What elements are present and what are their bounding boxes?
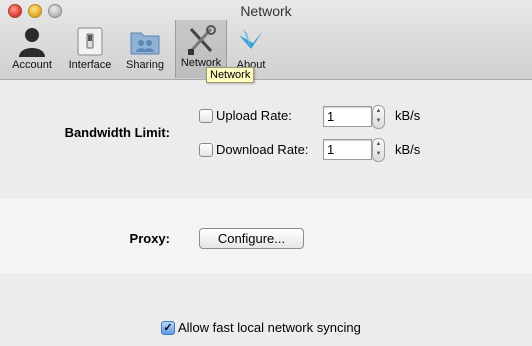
tab-sharing[interactable]: Sharing xyxy=(122,22,168,72)
tab-label: Interface xyxy=(68,59,112,71)
window-toolbar: Network Account Interface Sharing Networ… xyxy=(0,0,532,80)
interface-icon xyxy=(77,27,103,56)
upload-rate-stepper[interactable]: ▲ ▼ xyxy=(372,105,385,129)
upload-rate-checkbox[interactable] xyxy=(199,109,213,123)
tab-account[interactable]: Account xyxy=(6,22,58,72)
about-icon xyxy=(239,29,263,49)
upload-rate-field[interactable]: 1 xyxy=(323,106,372,127)
upload-rate-unit: kB/s xyxy=(395,108,421,123)
download-rate-label[interactable]: Download Rate: xyxy=(216,142,309,157)
proxy-label: Proxy: xyxy=(129,231,170,246)
tab-label: Account xyxy=(12,59,52,71)
tab-interface[interactable]: Interface xyxy=(63,22,117,72)
sharing-icon xyxy=(130,32,160,55)
download-rate-checkbox[interactable] xyxy=(199,143,213,157)
tooltip: Network xyxy=(206,67,255,83)
tab-label: Sharing xyxy=(126,59,164,71)
bandwidth-label: Bandwidth Limit: xyxy=(64,125,170,140)
fast-sync-checkbox[interactable]: ✓ xyxy=(161,321,175,335)
download-rate-unit: kB/s xyxy=(395,142,421,157)
configure-proxy-button[interactable]: Configure... xyxy=(199,228,304,249)
account-icon xyxy=(19,28,45,57)
tab-about[interactable]: About xyxy=(229,22,273,72)
network-tools-icon xyxy=(188,25,216,55)
download-rate-field[interactable]: 1 xyxy=(323,139,372,160)
fast-sync-label[interactable]: Allow fast local network syncing xyxy=(178,320,361,335)
download-rate-stepper[interactable]: ▲ ▼ xyxy=(372,138,385,162)
upload-rate-label[interactable]: Upload Rate: xyxy=(216,108,292,123)
window-title: Network xyxy=(240,3,292,19)
